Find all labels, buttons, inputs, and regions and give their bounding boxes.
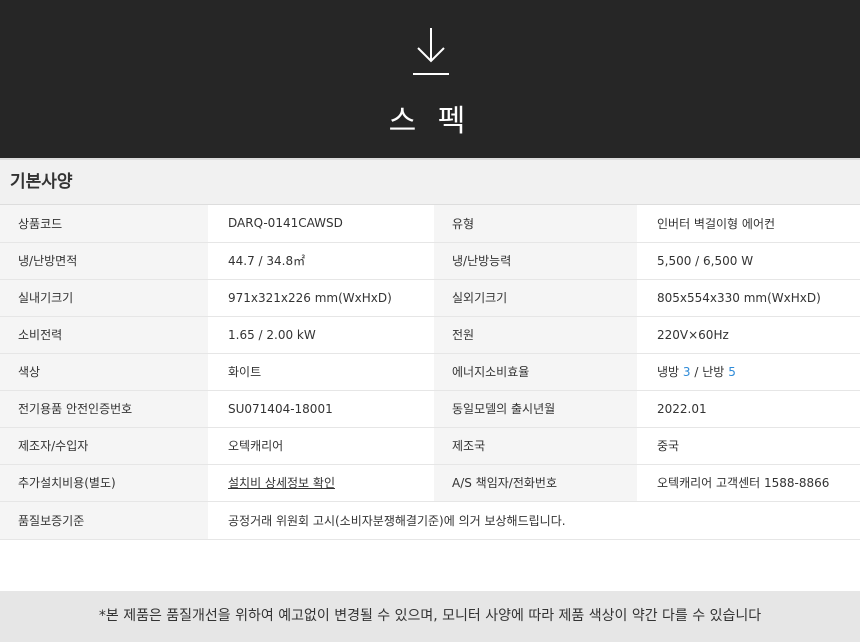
spec-label: 제조국 xyxy=(434,427,637,465)
table-row: 실내기크기 971x321x226 mm(WxHxD) 실외기크기 805x55… xyxy=(0,279,860,317)
spec-value: 중국 xyxy=(637,427,860,465)
spec-label: 실내기크기 xyxy=(0,279,208,317)
spec-label: 전원 xyxy=(434,316,637,354)
spec-title: 스 펙 xyxy=(388,104,472,139)
spec-value: DARQ-0141CAWSD xyxy=(208,205,434,243)
table-row: 전기용품 안전인증번호 SU071404-18001 동일모델의 출시년월 20… xyxy=(0,390,860,428)
spec-value: 971x321x226 mm(WxHxD) xyxy=(208,279,434,317)
basic-spec-heading: 기본사양 xyxy=(0,160,860,205)
download-arrow-icon xyxy=(413,28,449,75)
table-row: 품질보증기준 공정거래 위원회 고시(소비자분쟁해결기준)에 의거 보상해드립니… xyxy=(0,501,860,540)
cooling-label: 냉방 xyxy=(657,365,680,379)
table-row: 색상 화이트 에너지소비효율 냉방 3 / 난방 5 xyxy=(0,353,860,391)
spec-value: 44.7 / 34.8㎡ xyxy=(208,242,434,280)
heating-grade: 5 xyxy=(728,365,736,379)
spec-value: 5,500 / 6,500 W xyxy=(637,242,860,280)
spec-value: 화이트 xyxy=(208,353,434,391)
grade-separator: / xyxy=(694,365,699,379)
spec-label: 냉/난방능력 xyxy=(434,242,637,280)
spec-label: 실외기크기 xyxy=(434,279,637,317)
spec-table: 상품코드 DARQ-0141CAWSD 유형 인버터 벽걸이형 에어컨 냉/난방… xyxy=(0,205,860,540)
product-notice: *본 제품은 품질개선을 위하여 예고없이 변경될 수 있으며, 모니터 사양에… xyxy=(0,591,860,642)
table-row: 추가설치비용(별도) 설치비 상세정보 확인 A/S 책임자/전화번호 오텍캐리… xyxy=(0,464,860,502)
spec-label: 추가설치비용(별도) xyxy=(0,464,208,502)
spec-value: 220V×60Hz xyxy=(637,316,860,354)
spec-label: 동일모델의 출시년월 xyxy=(434,390,637,428)
spec-label: 유형 xyxy=(434,205,637,243)
table-row: 상품코드 DARQ-0141CAWSD 유형 인버터 벽걸이형 에어컨 xyxy=(0,205,860,243)
spec-value: 공정거래 위원회 고시(소비자분쟁해결기준)에 의거 보상해드립니다. xyxy=(208,501,860,540)
table-row: 제조자/수입자 오텍캐리어 제조국 중국 xyxy=(0,427,860,465)
spec-label: 색상 xyxy=(0,353,208,391)
spec-value: 805x554x330 mm(WxHxD) xyxy=(637,279,860,317)
spec-label: 전기용품 안전인증번호 xyxy=(0,390,208,428)
spec-label: 상품코드 xyxy=(0,205,208,243)
spec-value-cell: 설치비 상세정보 확인 xyxy=(208,464,434,502)
install-cost-detail-link[interactable]: 설치비 상세정보 확인 xyxy=(228,476,335,490)
spec-label: A/S 책임자/전화번호 xyxy=(434,464,637,502)
spec-label: 에너지소비효율 xyxy=(434,353,637,391)
table-row: 소비전력 1.65 / 2.00 kW 전원 220V×60Hz xyxy=(0,316,860,354)
spec-value: 오텍캐리어 xyxy=(208,427,434,465)
spec-value: 2022.01 xyxy=(637,390,860,428)
spec-value: 인버터 벽걸이형 에어컨 xyxy=(637,205,860,243)
spec-label: 제조자/수입자 xyxy=(0,427,208,465)
cooling-grade: 3 xyxy=(682,365,691,379)
spec-hero-banner: 스 펙 xyxy=(0,0,860,160)
spec-label: 소비전력 xyxy=(0,316,208,354)
spec-value: SU071404-18001 xyxy=(208,390,434,428)
spec-value: 오텍캐리어 고객센터 1588-8866 xyxy=(637,464,860,502)
spec-value: 1.65 / 2.00 kW xyxy=(208,316,434,354)
table-row: 냉/난방면적 44.7 / 34.8㎡ 냉/난방능력 5,500 / 6,500… xyxy=(0,242,860,280)
spec-label: 품질보증기준 xyxy=(0,501,208,540)
energy-efficiency-value: 냉방 3 / 난방 5 xyxy=(637,353,860,391)
spec-label: 냉/난방면적 xyxy=(0,242,208,280)
heating-label: 난방 xyxy=(702,365,725,379)
